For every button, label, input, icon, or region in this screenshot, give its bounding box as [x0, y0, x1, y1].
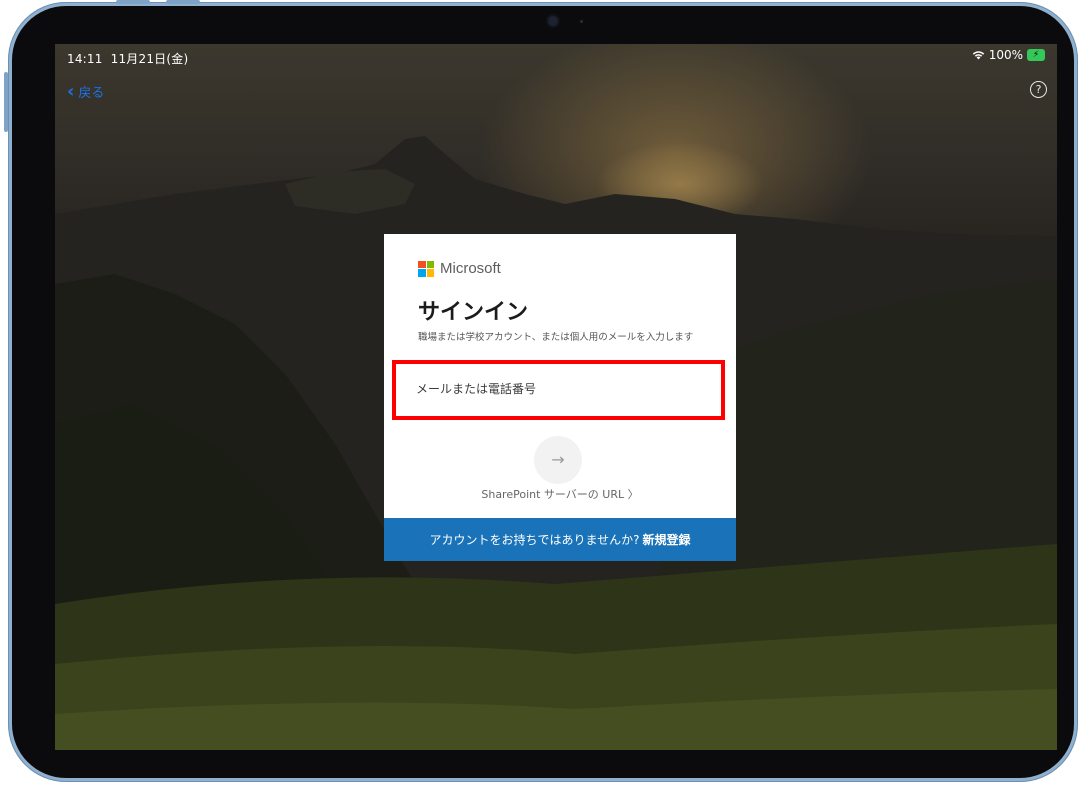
battery-charging-icon: ⚡: [1027, 49, 1045, 61]
wifi-icon: [972, 51, 984, 60]
page-title: サインイン: [418, 300, 529, 325]
signup-prompt: アカウントをお持ちではありませんか?: [429, 533, 640, 547]
signup-bar: アカウントをお持ちではありませんか? 新規登録: [384, 518, 736, 561]
brand-name: Microsoft: [440, 260, 501, 277]
microsoft-squares-icon: [418, 260, 434, 277]
sharepoint-url-link[interactable]: SharePoint サーバーの URL 〉: [384, 486, 736, 502]
signin-description: 職場または学校アカウント、または個人用のメールを入力します: [418, 332, 694, 343]
volume-button: [166, 0, 200, 4]
email-field-highlight: [392, 360, 725, 420]
question-circle-icon[interactable]: ?: [1030, 81, 1047, 98]
next-button[interactable]: →: [534, 436, 582, 484]
side-button: [4, 72, 8, 132]
status-time: 14:11: [67, 52, 103, 66]
email-field[interactable]: [416, 382, 696, 396]
chevron-left-icon: ‹: [67, 80, 75, 102]
back-button-label: 戻る: [78, 86, 105, 101]
battery-percent: 100%: [988, 48, 1023, 62]
microsoft-logo: Microsoft: [418, 260, 501, 277]
signup-link[interactable]: 新規登録: [643, 531, 691, 548]
status-date: 11月21日(金): [110, 52, 189, 66]
status-bar: 14:11 11月21日(金) 100% ⚡: [55, 44, 1057, 68]
status-indicators: 100% ⚡: [972, 48, 1045, 62]
app-screen: 14:11 11月21日(金) 100% ⚡ ‹ 戻る ? Microsoft: [55, 44, 1057, 750]
status-datetime: 14:11 11月21日(金): [67, 50, 188, 67]
back-button[interactable]: ‹ 戻る: [67, 82, 104, 101]
sensor-dot: [580, 20, 583, 23]
volume-button: [116, 0, 150, 4]
signin-card: Microsoft サインイン 職場または学校アカウント、または個人用のメールを…: [384, 234, 736, 561]
front-camera: [548, 16, 558, 26]
